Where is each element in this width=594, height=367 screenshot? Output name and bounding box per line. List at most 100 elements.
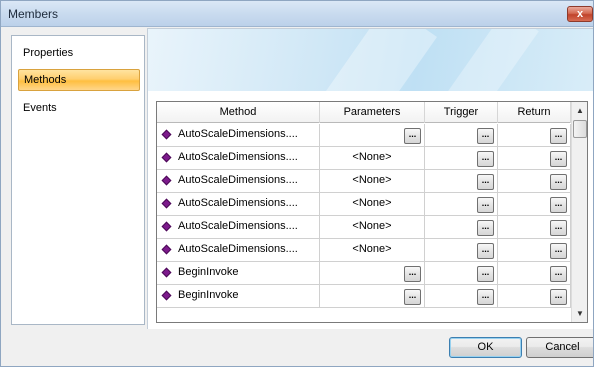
table-row[interactable]: AutoScaleDimensions.... ... ... ... bbox=[157, 124, 571, 147]
trigger-edit-button[interactable]: ... bbox=[477, 128, 494, 144]
table-row[interactable]: AutoScaleDimensions.... <None> ... ... bbox=[157, 193, 571, 216]
method-name: AutoScaleDimensions.... bbox=[178, 243, 298, 255]
return-cell: ... bbox=[498, 170, 571, 192]
return-edit-button[interactable]: ... bbox=[550, 174, 567, 190]
column-header-return[interactable]: Return bbox=[498, 102, 571, 123]
header-banner bbox=[148, 29, 593, 136]
parameters-value: <None> bbox=[352, 174, 392, 186]
trigger-edit-button[interactable]: ... bbox=[477, 151, 494, 167]
return-edit-button[interactable]: ... bbox=[550, 151, 567, 167]
return-edit-button[interactable]: ... bbox=[550, 289, 567, 305]
scroll-thumb[interactable] bbox=[573, 120, 587, 138]
return-cell: ... bbox=[498, 285, 571, 307]
column-header-method[interactable]: Method bbox=[157, 102, 320, 123]
trigger-cell: ... bbox=[425, 285, 498, 307]
parameters-value: <None> bbox=[352, 220, 392, 232]
title-bar: Members x bbox=[1, 1, 593, 27]
scroll-up-arrow-icon[interactable]: ▲ bbox=[572, 102, 587, 119]
cancel-button[interactable]: Cancel bbox=[526, 337, 593, 358]
parameters-cell: <None> bbox=[320, 193, 425, 215]
parameters-cell: <None> bbox=[320, 216, 425, 238]
trigger-edit-button[interactable]: ... bbox=[477, 243, 494, 259]
trigger-cell: ... bbox=[425, 170, 498, 192]
parameters-cell: ... bbox=[320, 124, 425, 146]
parameters-cell: ... bbox=[320, 285, 425, 307]
category-events[interactable]: Events bbox=[18, 97, 140, 119]
trigger-edit-button[interactable]: ... bbox=[477, 174, 494, 190]
column-header-parameters[interactable]: Parameters bbox=[320, 102, 425, 123]
return-edit-button[interactable]: ... bbox=[550, 128, 567, 144]
table-row[interactable]: AutoScaleDimensions.... <None> ... ... bbox=[157, 239, 571, 262]
close-button[interactable]: x bbox=[567, 6, 593, 22]
method-cell: AutoScaleDimensions.... bbox=[157, 124, 320, 146]
category-methods[interactable]: Methods bbox=[18, 69, 140, 91]
trigger-edit-button[interactable]: ... bbox=[477, 197, 494, 213]
return-edit-button[interactable]: ... bbox=[550, 197, 567, 213]
method-cell: AutoScaleDimensions.... bbox=[157, 170, 320, 192]
method-name: AutoScaleDimensions.... bbox=[178, 151, 298, 163]
parameters-value: <None> bbox=[352, 243, 392, 255]
grid-header: Method Parameters Trigger Return bbox=[157, 102, 571, 123]
method-name: AutoScaleDimensions.... bbox=[178, 220, 298, 232]
method-diamond-icon bbox=[161, 198, 172, 209]
return-edit-button[interactable]: ... bbox=[550, 266, 567, 282]
category-label: Events bbox=[23, 102, 57, 114]
method-diamond-icon bbox=[161, 290, 172, 301]
parameters-value: <None> bbox=[352, 151, 392, 163]
return-cell: ... bbox=[498, 147, 571, 169]
table-row[interactable]: BeginInvoke ... ... ... bbox=[157, 262, 571, 285]
method-diamond-icon bbox=[161, 244, 172, 255]
parameters-cell: <None> bbox=[320, 239, 425, 261]
column-header-trigger[interactable]: Trigger bbox=[425, 102, 498, 123]
parameters-cell: <None> bbox=[320, 170, 425, 192]
window-title: Members bbox=[8, 7, 59, 21]
trigger-cell: ... bbox=[425, 193, 498, 215]
table-row[interactable]: AutoScaleDimensions.... <None> ... ... bbox=[157, 147, 571, 170]
method-cell: AutoScaleDimensions.... bbox=[157, 147, 320, 169]
parameters-value: <None> bbox=[352, 197, 392, 209]
category-label: Methods bbox=[24, 74, 67, 86]
vertical-scrollbar[interactable]: ▲ ▼ bbox=[571, 102, 587, 322]
members-dialog: Members x Properties Methods Events Meth… bbox=[0, 0, 594, 367]
return-cell: ... bbox=[498, 239, 571, 261]
method-name: AutoScaleDimensions.... bbox=[178, 128, 298, 140]
trigger-edit-button[interactable]: ... bbox=[477, 266, 494, 282]
category-list: Properties Methods Events bbox=[11, 35, 145, 325]
method-name: AutoScaleDimensions.... bbox=[178, 174, 298, 186]
category-properties[interactable]: Properties bbox=[18, 42, 140, 64]
return-edit-button[interactable]: ... bbox=[550, 220, 567, 236]
scroll-down-arrow-icon[interactable]: ▼ bbox=[572, 305, 587, 322]
trigger-cell: ... bbox=[425, 262, 498, 284]
return-cell: ... bbox=[498, 262, 571, 284]
trigger-edit-button[interactable]: ... bbox=[477, 220, 494, 236]
parameters-edit-button[interactable]: ... bbox=[404, 128, 421, 144]
method-diamond-icon bbox=[161, 129, 172, 140]
table-row[interactable]: AutoScaleDimensions.... <None> ... ... bbox=[157, 216, 571, 239]
method-cell: BeginInvoke bbox=[157, 285, 320, 307]
trigger-edit-button[interactable]: ... bbox=[477, 289, 494, 305]
ok-button[interactable]: OK bbox=[449, 337, 522, 358]
table-row[interactable]: AutoScaleDimensions.... <None> ... ... bbox=[157, 170, 571, 193]
method-diamond-icon bbox=[161, 175, 172, 186]
return-edit-button[interactable]: ... bbox=[550, 243, 567, 259]
return-cell: ... bbox=[498, 216, 571, 238]
method-diamond-icon bbox=[161, 221, 172, 232]
parameters-edit-button[interactable]: ... bbox=[404, 289, 421, 305]
return-cell: ... bbox=[498, 124, 571, 146]
dialog-body: Properties Methods Events Method Paramet… bbox=[1, 28, 593, 366]
trigger-cell: ... bbox=[425, 147, 498, 169]
return-cell: ... bbox=[498, 193, 571, 215]
parameters-cell: ... bbox=[320, 262, 425, 284]
method-cell: AutoScaleDimensions.... bbox=[157, 193, 320, 215]
trigger-cell: ... bbox=[425, 124, 498, 146]
trigger-cell: ... bbox=[425, 216, 498, 238]
method-diamond-icon bbox=[161, 152, 172, 163]
method-cell: BeginInvoke bbox=[157, 262, 320, 284]
methods-grid: Method Parameters Trigger Return AutoSca… bbox=[156, 101, 588, 323]
trigger-cell: ... bbox=[425, 239, 498, 261]
parameters-cell: <None> bbox=[320, 147, 425, 169]
parameters-edit-button[interactable]: ... bbox=[404, 266, 421, 282]
methods-panel: Method Parameters Trigger Return AutoSca… bbox=[147, 28, 593, 329]
table-row[interactable]: BeginInvoke ... ... ... bbox=[157, 285, 571, 308]
category-label: Properties bbox=[23, 47, 74, 59]
